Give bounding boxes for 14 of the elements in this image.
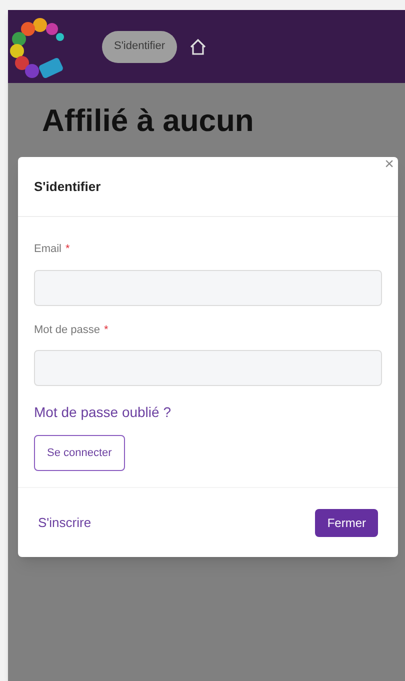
input-field[interactable] [34,350,382,386]
login-button[interactable]: S'identifier [102,30,178,62]
field-label: Mot de passe [34,322,100,338]
connect-button[interactable]: Se connecter [34,435,125,471]
input-field[interactable] [34,270,382,306]
field-label: Email [34,242,62,257]
forgot-password-link[interactable]: Mot de passe oublié ? [34,402,382,423]
page-heading: Affilié à aucun [41,102,255,136]
register-link[interactable]: S'inscrire [38,512,92,532]
close-button[interactable]: Fermer [315,508,378,536]
dialog-title: S'identifier [34,178,101,196]
home-icon[interactable] [189,38,208,56]
required-mark: * [66,242,70,257]
required-mark: * [104,322,108,338]
